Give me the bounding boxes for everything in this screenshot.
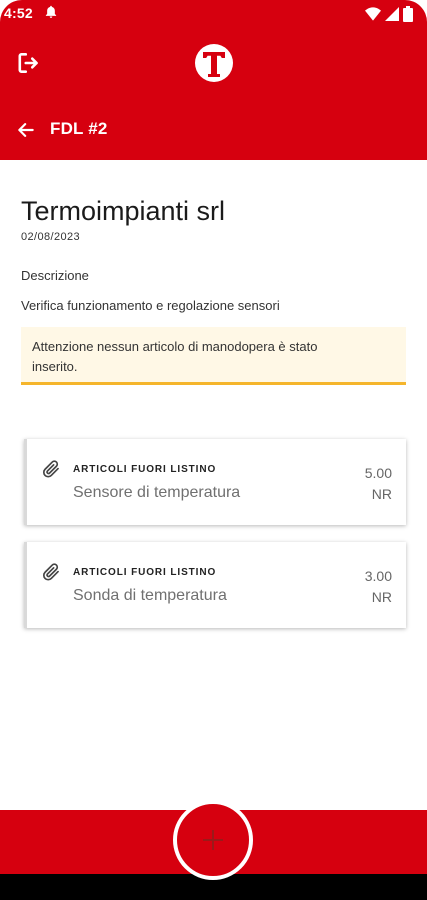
item-quantity: 3.00 — [364, 568, 392, 584]
item-name: Sensore di temperatura — [73, 484, 241, 501]
item-quantity: 5.00 — [364, 465, 392, 481]
wifi-icon — [365, 7, 381, 21]
status-time: 4:52 — [4, 5, 33, 21]
plus-icon — [203, 830, 223, 850]
paperclip-icon — [42, 563, 59, 581]
arrow-back-icon[interactable] — [16, 120, 36, 140]
warning-text-line2: inserito. — [32, 359, 78, 374]
item-category: ARTICOLI FUORI LISTINO — [73, 567, 217, 578]
description-text: Verifica funzionamento e regolazione sen… — [21, 298, 280, 313]
warning-banner: Attenzione nessun articolo di manodopera… — [21, 327, 406, 385]
app-screen: 4:52 FDL #2 Termoimpianti srl 02/08/2023… — [0, 0, 427, 900]
toolbar-title: FDL #2 — [50, 119, 108, 138]
status-icons — [365, 6, 413, 22]
status-bar: 4:52 — [0, 0, 427, 28]
company-logo — [195, 44, 233, 82]
add-item-button[interactable] — [173, 800, 253, 880]
logout-icon[interactable] — [16, 50, 42, 76]
warning-text-line1: Attenzione nessun articolo di manodopera… — [32, 339, 318, 354]
client-name: Termoimpianti srl — [21, 196, 226, 226]
description-label: Descrizione — [21, 268, 89, 283]
item-name: Sonda di temperatura — [73, 587, 227, 604]
notification-bell-icon — [45, 5, 57, 18]
work-order-date: 02/08/2023 — [21, 231, 81, 243]
signal-icon — [385, 7, 399, 21]
battery-icon — [403, 6, 413, 22]
paperclip-icon — [42, 460, 59, 478]
app-header: 4:52 FDL #2 — [0, 0, 427, 160]
item-unit: NR — [371, 589, 392, 605]
item-unit: NR — [371, 486, 392, 502]
item-card[interactable]: ARTICOLI FUORI LISTINO Sensore di temper… — [24, 439, 406, 525]
item-card[interactable]: ARTICOLI FUORI LISTINO Sonda di temperat… — [24, 542, 406, 628]
item-category: ARTICOLI FUORI LISTINO — [73, 464, 217, 475]
